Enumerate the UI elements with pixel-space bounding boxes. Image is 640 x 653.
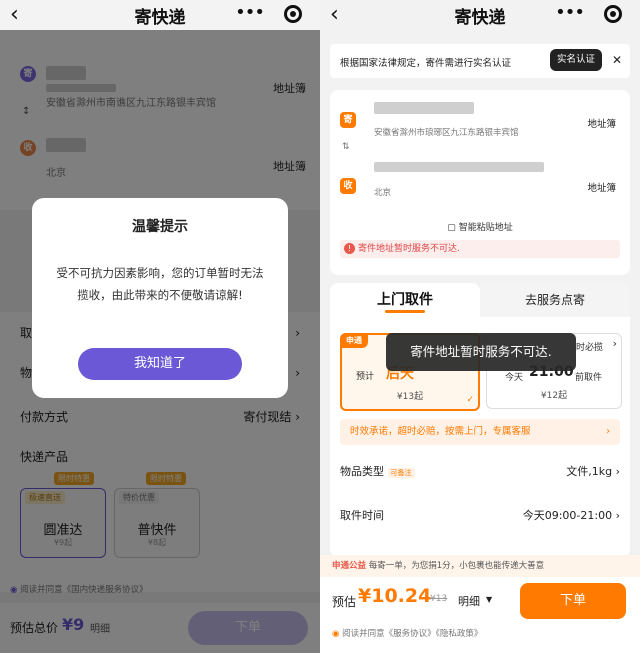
courier-brand: 申通 bbox=[340, 333, 368, 348]
notice-text: 根据国家法律规定，寄件需进行实名认证 bbox=[340, 58, 512, 69]
back-arrow-icon[interactable]: ‹ bbox=[10, 2, 19, 27]
mini-program-close-icon[interactable] bbox=[284, 5, 302, 23]
estimate-label: 预估 bbox=[332, 595, 357, 609]
tab-service-point[interactable]: 去服务点寄 bbox=[480, 283, 630, 317]
tab-label: 去服务点寄 bbox=[524, 293, 585, 307]
chevron-right-icon: › bbox=[615, 509, 620, 522]
pickup-time-row[interactable]: 取件时间 今天09:00-21:00 › bbox=[340, 507, 620, 523]
receiver-address-book-link[interactable]: 地址簿 bbox=[587, 180, 616, 194]
caret-down-icon[interactable]: ▼ bbox=[486, 595, 492, 604]
item-type-row[interactable]: 物品类型 可备注 文件,1kg › bbox=[340, 463, 620, 479]
detail-link[interactable]: 明细 bbox=[458, 593, 480, 609]
estimate-value: ¥10.24 bbox=[358, 585, 432, 607]
mini-program-close-icon[interactable] bbox=[604, 5, 622, 23]
dialog-title: 温馨提示 bbox=[132, 219, 188, 235]
toast-message: 寄件地址暂时服务不可达. bbox=[386, 333, 576, 371]
dialog-ok-button[interactable]: 我知道了 bbox=[78, 348, 242, 380]
more-options-icon[interactable]: ••• bbox=[555, 2, 585, 23]
left-top-bar: ‹ 寄快递 ••• bbox=[0, 0, 320, 30]
agreement-row[interactable]: ◉ 阅读并同意《服务协议》《隐私政策》 bbox=[332, 627, 482, 639]
sender-address: 安徽省滁州市琅琊区九江东路银丰宾馆 bbox=[374, 128, 519, 138]
right-screen: ‹ 寄快递 ••• 根据国家法律规定，寄件需进行实名认证 实名认证 ✕ 寄 安徽… bbox=[320, 0, 640, 653]
more-options-icon[interactable]: ••• bbox=[235, 2, 265, 23]
warning-text: 寄件地址暂时服务不可达. bbox=[358, 244, 460, 254]
pickup-time-value: 今天09:00-21:00 bbox=[522, 509, 613, 522]
sender-name-blurred bbox=[374, 102, 474, 114]
receiver-name-blurred bbox=[374, 162, 544, 172]
selected-check-icon: ✓ bbox=[466, 395, 474, 405]
smart-paste-label: 智能粘贴地址 bbox=[458, 223, 513, 233]
notice-dialog: 温馨提示 受不可抗力因素影响，您的订单暂时无法揽收，由此带来的不便敬请谅解! 我… bbox=[32, 198, 288, 398]
courier-tag: 时必揽 bbox=[575, 343, 603, 353]
warning-icon: ! bbox=[344, 243, 355, 254]
tab-door-pickup[interactable]: 上门取件 bbox=[330, 283, 480, 317]
charity-brand: 申通公益 bbox=[332, 561, 367, 571]
back-arrow-icon[interactable]: ‹ bbox=[330, 2, 339, 27]
checkbox-checked-icon[interactable]: ◉ bbox=[332, 629, 339, 639]
tab-label: 上门取件 bbox=[377, 292, 433, 308]
real-name-notice: 根据国家法律规定，寄件需进行实名认证 实名认证 ✕ bbox=[330, 44, 630, 78]
courier-eta-label: 预计 bbox=[356, 372, 375, 382]
service-promise-banner[interactable]: 时效承诺，超时必赔，按需上门，专属客服 › bbox=[340, 419, 620, 445]
agreement-text: 阅读并同意《服务协议》《隐私政策》 bbox=[342, 629, 483, 639]
real-name-button[interactable]: 实名认证 bbox=[550, 49, 602, 71]
item-type-badge: 可备注 bbox=[387, 468, 415, 478]
receiver-city: 北京 bbox=[374, 188, 392, 198]
right-top-bar: ‹ 寄快递 ••• bbox=[320, 0, 640, 30]
address-warning: ! 寄件地址暂时服务不可达. bbox=[340, 240, 620, 258]
chevron-right-icon: › bbox=[615, 465, 620, 478]
chevron-right-icon: › bbox=[612, 337, 617, 350]
address-card: 寄 安徽省滁州市琅琊区九江东路银丰宾馆 地址簿 ⇅ 收 北京 地址簿 ▢ 智能粘… bbox=[330, 90, 630, 275]
dialog-message: 受不可抗力因素影响，您的订单暂时无法揽收，由此带来的不便敬请谅解! bbox=[56, 266, 264, 302]
right-bottom-bar: 申通公益 每寄一单，为您捐1分，小包裹也能传递大善意 预估 ¥10.24 ¥13… bbox=[320, 555, 640, 653]
page-title: 寄快递 bbox=[454, 7, 506, 28]
smart-paste-button[interactable]: ▢ 智能粘贴地址 bbox=[330, 220, 630, 233]
tab-underline bbox=[385, 310, 425, 313]
left-screen: ‹ 寄快递 ••• 寄 安徽省滁州市南谯区九江东路银丰宾馆 地址簿 ↕ 收 北京… bbox=[0, 0, 320, 653]
courier-price: ¥12起 bbox=[540, 391, 568, 401]
submit-order-button[interactable]: 下单 bbox=[520, 583, 626, 619]
courier-price: ¥13起 bbox=[396, 392, 424, 402]
sender-tag: 寄 bbox=[340, 112, 356, 128]
swap-icon[interactable]: ⇅ bbox=[342, 142, 350, 152]
courier-eta-prefix: 今天 bbox=[505, 373, 524, 383]
receiver-tag: 收 bbox=[340, 178, 356, 194]
pickup-tabs: 上门取件 去服务点寄 bbox=[330, 283, 630, 317]
item-type-label: 物品类型 bbox=[340, 465, 384, 478]
charity-text: 每寄一单，为您捐1分，小包裹也能传递大善意 bbox=[368, 561, 545, 571]
chevron-right-icon: › bbox=[606, 426, 610, 437]
charity-banner: 申通公益 每寄一单，为您捐1分，小包裹也能传递大善意 bbox=[320, 555, 640, 577]
courier-eta-suffix: 前取件 bbox=[575, 373, 603, 383]
original-price: ¥13 bbox=[430, 594, 448, 604]
close-icon[interactable]: ✕ bbox=[612, 53, 622, 67]
page-title: 寄快递 bbox=[134, 7, 186, 28]
pickup-time-label: 取件时间 bbox=[340, 509, 384, 522]
item-type-value: 文件,1kg bbox=[566, 465, 613, 478]
sender-address-book-link[interactable]: 地址簿 bbox=[587, 116, 616, 130]
promise-text: 时效承诺，超时必赔，按需上门，专属客服 bbox=[350, 426, 531, 437]
clipboard-icon: ▢ bbox=[447, 223, 456, 233]
